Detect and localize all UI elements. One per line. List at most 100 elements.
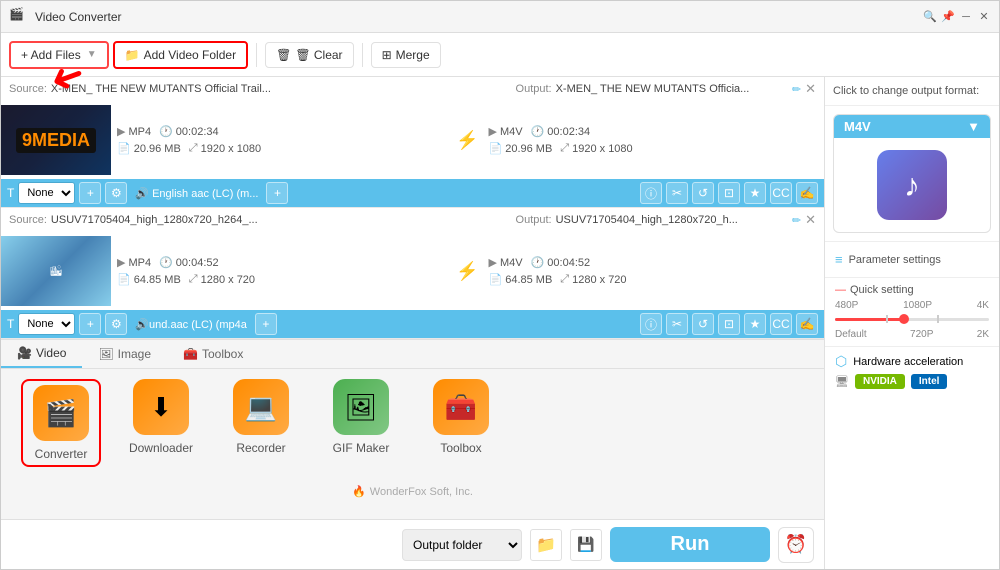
center-column: Source: X-MEN_ THE NEW MUTANTS Official … [1,77,824,569]
out-meta-row-2b: 📄 64.85 MB ⤢ 1280 x 720 [489,273,819,286]
hw-accel-section: ⬡ Hardware acceleration 🖥 NVIDIA Intel [825,346,999,395]
fx-1[interactable]: ★ [744,182,766,204]
settings-ctrl-1[interactable]: ⚙ [105,182,127,204]
subtitle-1[interactable]: CC [770,182,792,204]
rotate-1[interactable]: ↺ [692,182,714,204]
fx-2[interactable]: ★ [744,313,766,335]
add-files-arrow[interactable]: ▼ [87,49,97,60]
duration-2: 🕐 00:04:52 [159,256,219,269]
add-files-button[interactable]: + Add Files ▼ [9,41,109,69]
format-box[interactable]: M4V ▼ ♪ [833,114,991,233]
file-controls-1: T None + ⚙ 🔊 English aac (LC) (m... + ⓘ … [1,179,824,207]
crop-2[interactable]: ⊡ [718,313,740,335]
clear-button[interactable]: 🗑 🗑 Clear [265,42,353,68]
downloader-label: Downloader [129,441,193,455]
output-folder-select[interactable]: Output folder [402,529,522,561]
qs-480p: 480P [835,300,858,311]
crop-1[interactable]: ⊡ [718,182,740,204]
cut-2[interactable]: ✂ [666,313,688,335]
edit-icon-1[interactable]: ✏ [792,83,801,96]
size-2: 📄 64.85 MB [117,273,181,286]
tab-image[interactable]: 🖼 Image [82,340,167,368]
toolbox-icon: 🧰 [183,347,198,361]
out-size-2: 📄 64.85 MB [489,273,553,286]
info-1[interactable]: ⓘ [640,182,662,204]
watermark-2[interactable]: ✍ [796,313,818,335]
subtitle-2[interactable]: CC [770,313,792,335]
app-recorder-btn[interactable]: 💻 Recorder [221,379,301,455]
add-ctrl-btn-1[interactable]: + [79,182,101,204]
format-icon-1: ▶ [117,125,125,138]
rotate-2[interactable]: ↺ [692,313,714,335]
tab-video[interactable]: 🎥 Video [1,340,82,368]
add-ctrl-btn-2[interactable]: + [79,313,101,335]
close-btn-1[interactable]: ✕ [805,81,816,97]
out-res-icon-1: ⤢ [560,142,569,155]
image-tab-label: Image [118,347,151,361]
toolbox-app-icon: 🧰 [433,379,489,435]
watermark: 🔥 WonderFox Soft, Inc. [1,485,824,498]
folder-open-btn[interactable]: 📁 [530,529,562,561]
gpu-icon: 🖥 [835,375,849,388]
qs-top-labels: 480P 1080P 4K [835,300,989,311]
cut-1[interactable]: ✂ [666,182,688,204]
minimize-btn[interactable]: ─ [959,10,973,24]
format-icon-area: ♪ [834,138,990,232]
qs-2k: 2K [977,329,989,340]
qs-mark-2 [937,315,939,323]
image-icon: 🖼 [98,347,113,361]
app-converter-btn[interactable]: 🎬 Converter [21,379,101,467]
meta-row-2a: ▶ MP4 🕐 00:04:52 [117,256,447,269]
meta-row-2b: 📄 64.85 MB ⤢ 1280 x 720 [117,273,447,286]
nvidia-chip[interactable]: NVIDIA [855,374,905,389]
out-format-icon-2: ▶ [489,256,497,269]
convert-arrow-1: ⚡ [453,130,483,151]
out-duration-2: 🕐 00:04:52 [531,256,591,269]
file-item-2-header: Source: USUV71705404_high_1280x720_h264_… [1,208,824,232]
add-folder-button[interactable]: 📁 Add Video Folder [113,41,248,69]
sort-icon-1: T [7,186,14,200]
close-btn-2[interactable]: ✕ [805,212,816,228]
right-sidebar: Click to change output format: M4V ▼ ♪ ≡… [824,77,999,569]
watermark-1[interactable]: ✍ [796,182,818,204]
merge-label: Merge [396,48,430,62]
add-audio-2[interactable]: + [255,313,277,335]
add-audio-1[interactable]: + [266,182,288,204]
format-dropdown-icon[interactable]: ▼ [967,119,980,134]
app-gifmaker-btn[interactable]: 🖼 GIF Maker [321,379,401,455]
tab-toolbox[interactable]: 🧰 Toolbox [167,340,259,368]
out-format-2: ▶ M4V [489,256,523,269]
format-name: M4V [844,119,871,134]
pin-btn[interactable]: 📌 [941,10,955,24]
intel-chip[interactable]: Intel [911,374,948,389]
param-icon: ≡ [835,252,843,267]
file-item-1: Source: X-MEN_ THE NEW MUTANTS Official … [1,77,824,208]
run-button[interactable]: Run [610,527,770,562]
save-to-btn[interactable]: 💾 [570,529,602,561]
thumb-2: 🏙 [1,236,111,306]
out-res-val-2: 1280 x 720 [572,274,626,286]
info-2[interactable]: ⓘ [640,313,662,335]
qs-thumb[interactable] [899,314,909,324]
app-downloader-btn[interactable]: ⬇ Downloader [121,379,201,455]
settings-ctrl-2[interactable]: ⚙ [105,313,127,335]
out-file-2: 📄 [489,273,503,286]
converter-icon: 🎬 [33,385,89,441]
app-toolbox-btn[interactable]: 🧰 Toolbox [421,379,501,455]
qs-mark-1 [886,315,888,323]
qs-slider[interactable] [835,311,989,327]
param-settings-row[interactable]: ≡ Parameter settings [835,248,989,271]
none-select-1[interactable]: None [18,182,75,204]
out-res-2: ⤢ 1280 x 720 [560,273,626,286]
none-select-2[interactable]: None [18,313,75,335]
close-btn[interactable]: ✕ [977,10,991,24]
search-btn[interactable]: 🔍 [923,10,937,24]
alarm-button[interactable]: ⏰ [778,527,814,563]
merge-button[interactable]: ⊞ Merge [371,42,441,68]
res-val-2: 1280 x 720 [201,274,255,286]
clear-label: 🗑 Clear [295,48,342,62]
out-clock-2: 🕐 [531,256,545,269]
qs-1080p: 1080P [903,300,932,311]
window-controls: 🔍 📌 ─ ✕ [923,10,991,24]
edit-icon-2[interactable]: ✏ [792,214,801,227]
